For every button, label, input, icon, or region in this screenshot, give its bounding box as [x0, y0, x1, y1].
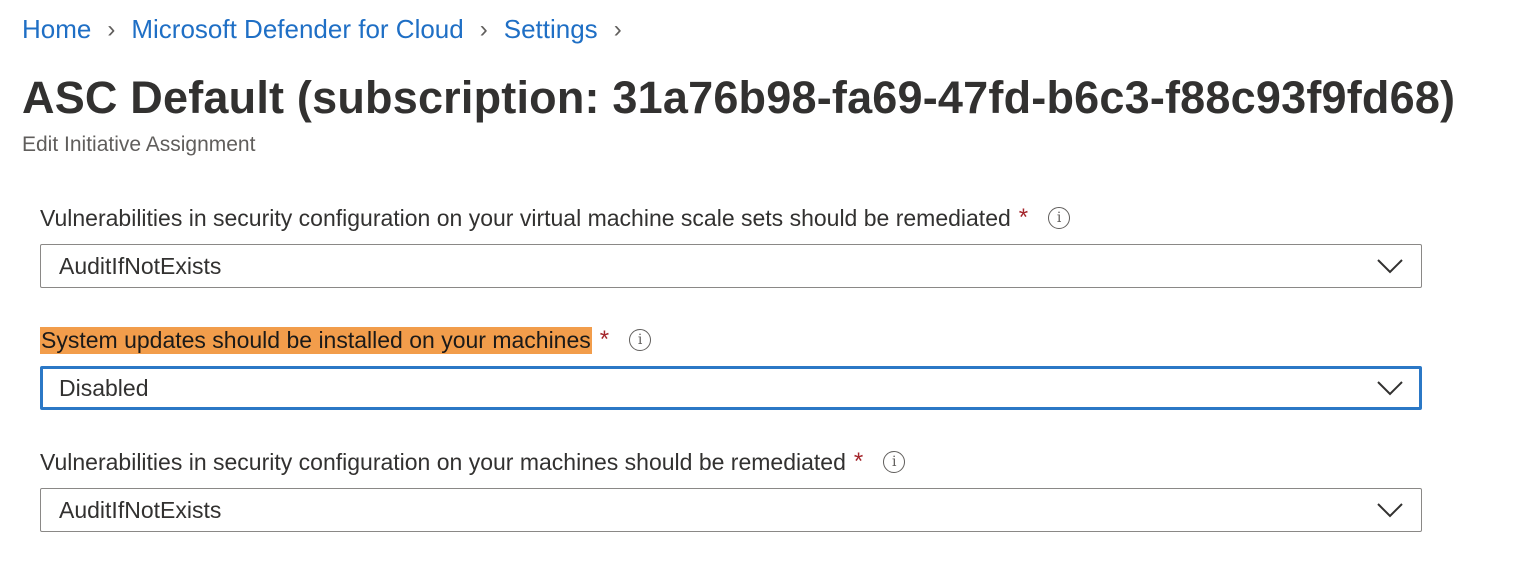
effect-dropdown[interactable]: AuditIfNotExists — [40, 488, 1422, 532]
info-icon[interactable]: i — [629, 329, 652, 351]
chevron-right-icon: › — [479, 15, 488, 43]
required-marker: * — [599, 326, 610, 353]
policy-field: Vulnerabilities in security configuratio… — [40, 198, 1422, 288]
highlighted-label: System updates should be installed on yo… — [40, 326, 592, 354]
page-title: ASC Default (subscription: 31a76b98-fa69… — [22, 72, 1456, 123]
field-label: Vulnerabilities in security configuratio… — [40, 198, 1422, 238]
required-marker: * — [1018, 204, 1029, 231]
breadcrumb-defender[interactable]: Microsoft Defender for Cloud — [131, 14, 463, 45]
field-label: Vulnerabilities in security configuratio… — [40, 442, 1422, 482]
dropdown-value: AuditIfNotExists — [59, 496, 222, 523]
chevron-down-icon — [1377, 381, 1403, 396]
policy-field: Vulnerabilities in security configuratio… — [40, 442, 1422, 532]
dropdown-value: AuditIfNotExists — [59, 252, 222, 279]
effect-dropdown[interactable]: Disabled — [40, 366, 1422, 410]
breadcrumb-settings[interactable]: Settings — [504, 14, 598, 45]
info-icon[interactable]: i — [1048, 207, 1071, 229]
dropdown-value: Disabled — [59, 374, 149, 401]
field-label: System updates should be installed on yo… — [40, 320, 1422, 360]
info-icon[interactable]: i — [883, 451, 906, 473]
chevron-down-icon — [1377, 503, 1403, 518]
breadcrumb-home[interactable]: Home — [22, 14, 91, 45]
policy-field: System updates should be installed on yo… — [40, 320, 1422, 410]
effect-dropdown[interactable]: AuditIfNotExists — [40, 244, 1422, 288]
chevron-down-icon — [1377, 259, 1403, 274]
chevron-right-icon: › — [107, 15, 116, 43]
chevron-right-icon: › — [613, 15, 622, 43]
breadcrumb: Home › Microsoft Defender for Cloud › Se… — [22, 14, 638, 45]
required-marker: * — [853, 448, 864, 475]
page-subtitle: Edit Initiative Assignment — [22, 133, 256, 156]
